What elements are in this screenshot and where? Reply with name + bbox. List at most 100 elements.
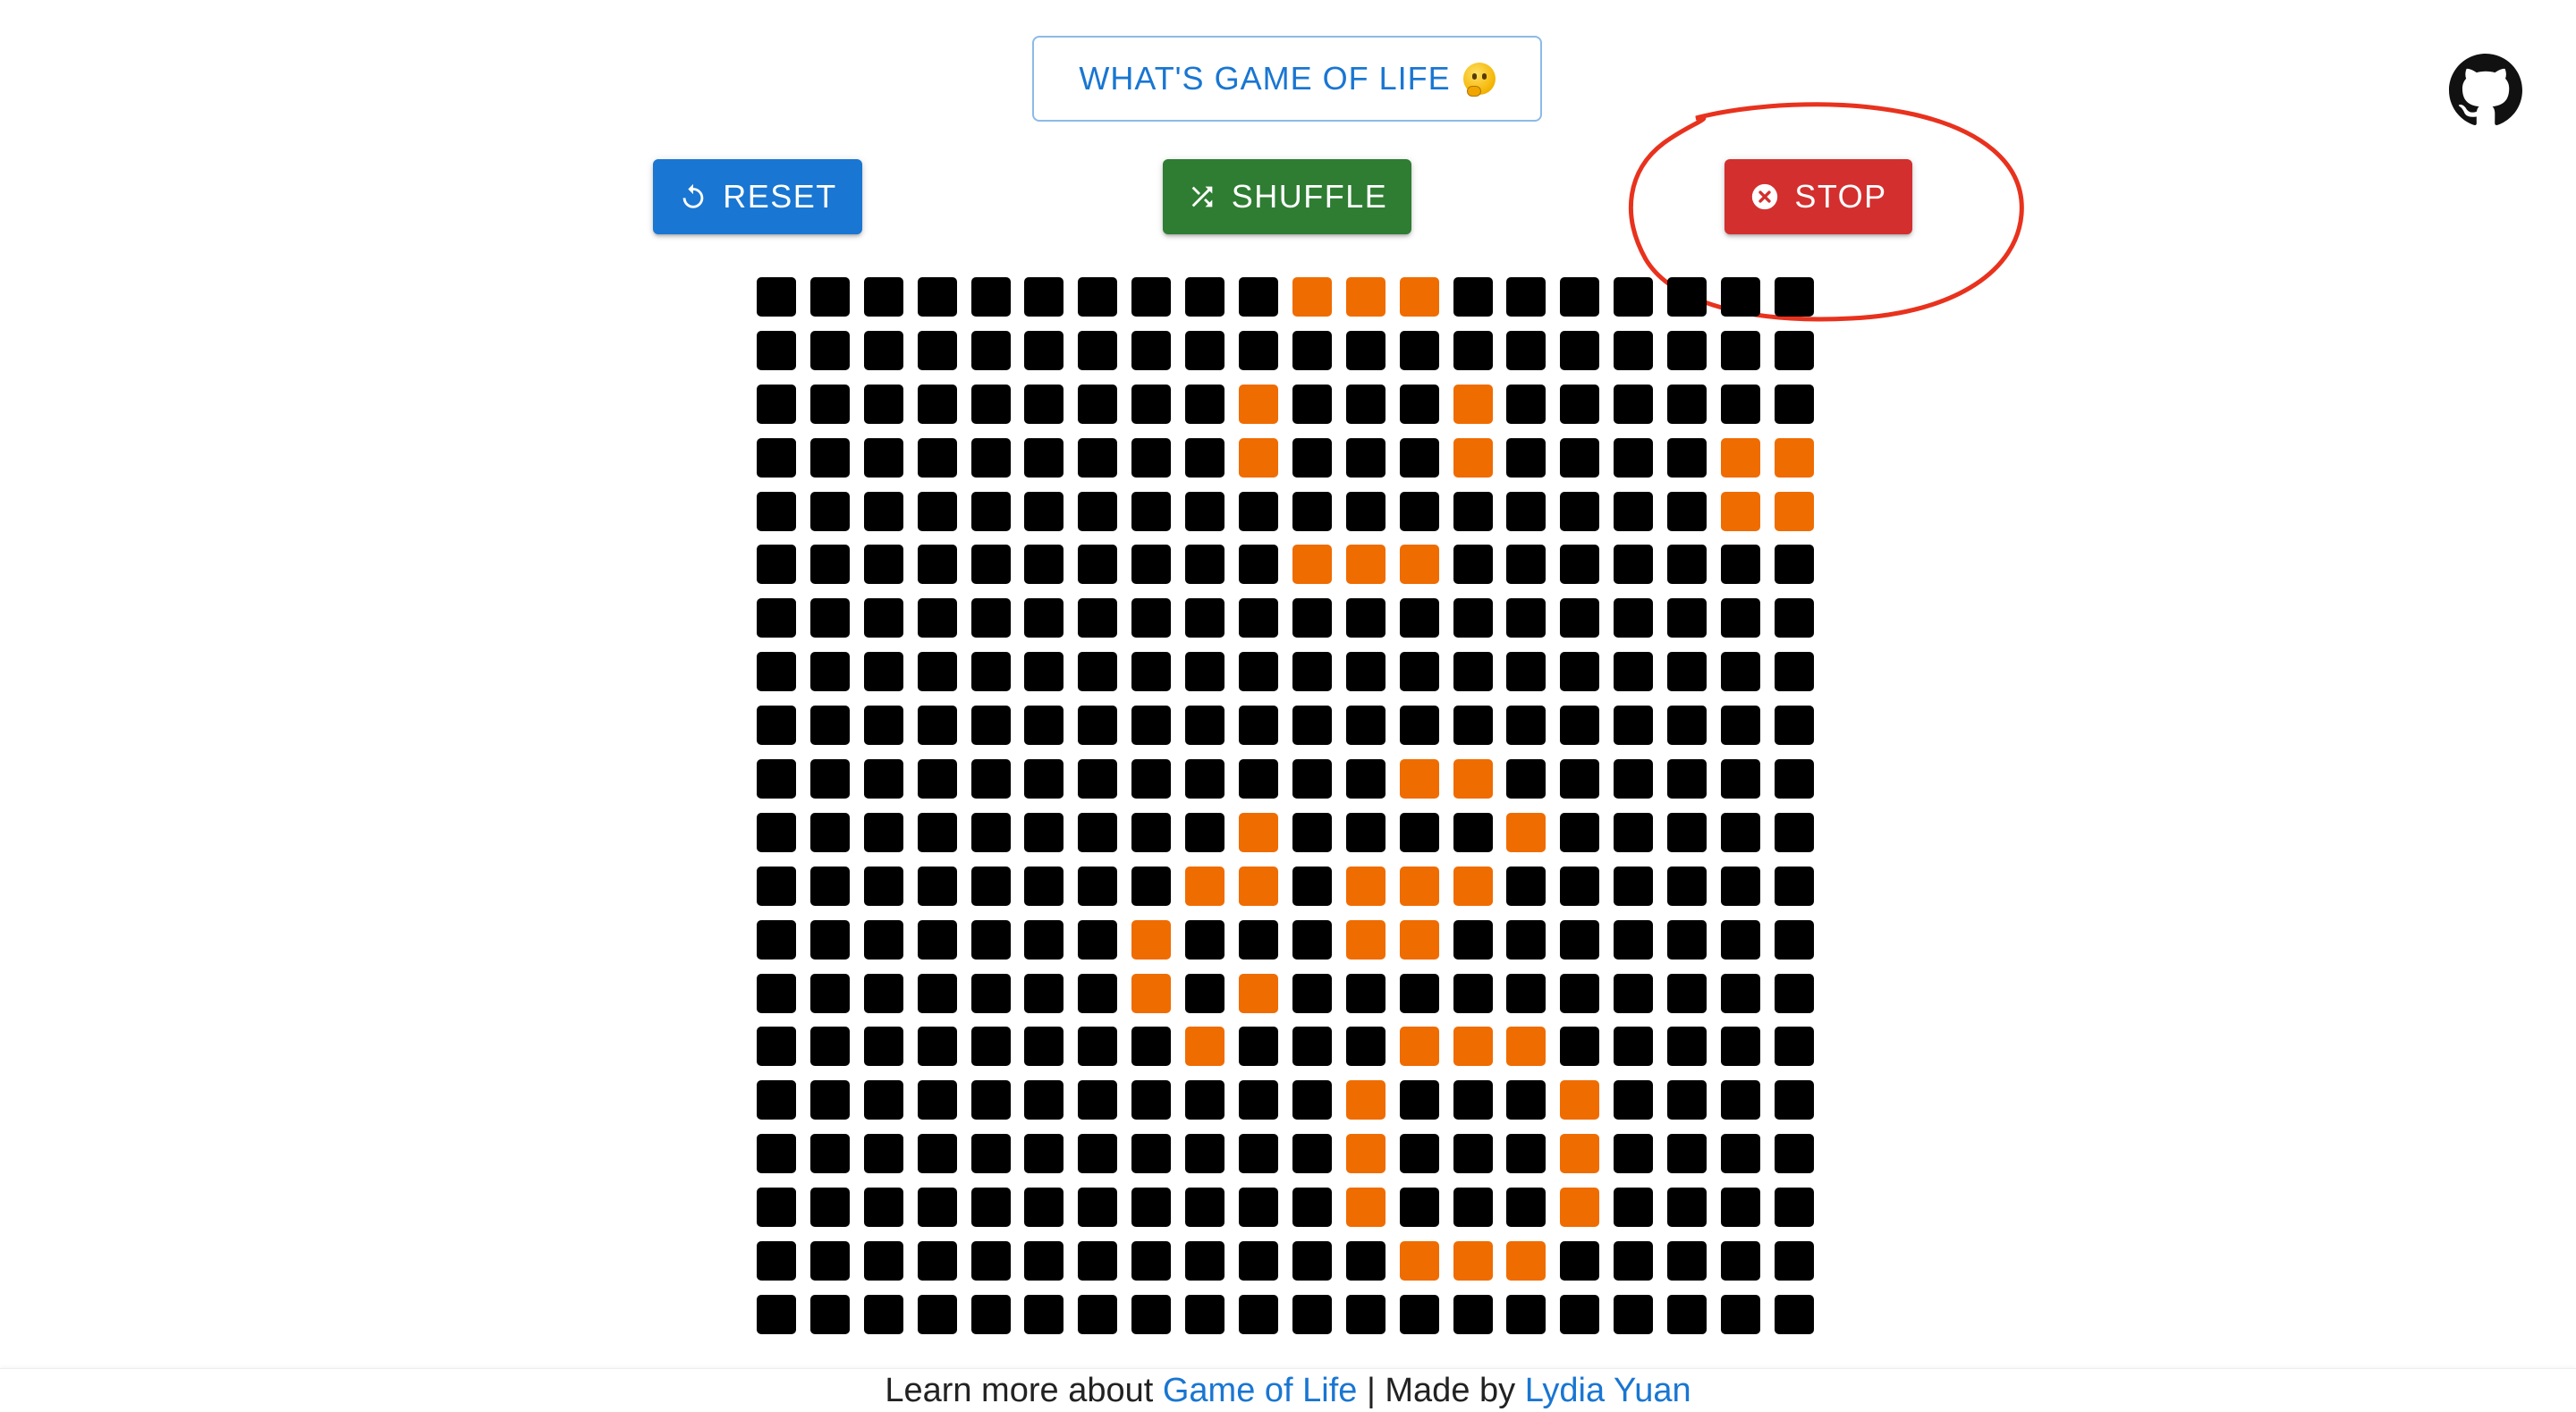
dead-cell[interactable] [1453, 812, 1493, 852]
dead-cell[interactable] [1131, 1294, 1172, 1334]
dead-cell[interactable] [1292, 759, 1332, 799]
dead-cell[interactable] [1560, 598, 1600, 638]
alive-cell[interactable] [1453, 1027, 1493, 1067]
dead-cell[interactable] [970, 598, 1011, 638]
dead-cell[interactable] [1453, 545, 1493, 585]
dead-cell[interactable] [1453, 973, 1493, 1013]
dead-cell[interactable] [1614, 866, 1654, 906]
dead-cell[interactable] [1345, 759, 1385, 799]
dead-cell[interactable] [863, 812, 903, 852]
alive-cell[interactable] [1131, 919, 1172, 960]
dead-cell[interactable] [1506, 598, 1546, 638]
dead-cell[interactable] [1721, 1080, 1761, 1120]
dead-cell[interactable] [1560, 652, 1600, 692]
dead-cell[interactable] [970, 759, 1011, 799]
dead-cell[interactable] [970, 1241, 1011, 1281]
dead-cell[interactable] [1078, 919, 1118, 960]
alive-cell[interactable] [1239, 384, 1279, 424]
alive-cell[interactable] [1721, 437, 1761, 478]
dead-cell[interactable] [809, 545, 850, 585]
dead-cell[interactable] [1774, 1027, 1814, 1067]
dead-cell[interactable] [917, 330, 957, 370]
dead-cell[interactable] [1239, 491, 1279, 531]
dead-cell[interactable] [970, 491, 1011, 531]
dead-cell[interactable] [970, 866, 1011, 906]
dead-cell[interactable] [809, 1241, 850, 1281]
dead-cell[interactable] [1292, 1188, 1332, 1228]
stop-button[interactable]: STOP [1724, 159, 1912, 234]
dead-cell[interactable] [1131, 1134, 1172, 1174]
alive-cell[interactable] [1399, 277, 1439, 317]
alive-cell[interactable] [1345, 1134, 1385, 1174]
dead-cell[interactable] [1614, 1241, 1654, 1281]
alive-cell[interactable] [1453, 759, 1493, 799]
dead-cell[interactable] [863, 1027, 903, 1067]
dead-cell[interactable] [1399, 598, 1439, 638]
reset-button[interactable]: RESET [653, 159, 862, 234]
dead-cell[interactable] [1506, 1188, 1546, 1228]
dead-cell[interactable] [1506, 759, 1546, 799]
dead-cell[interactable] [1774, 384, 1814, 424]
dead-cell[interactable] [1131, 1188, 1172, 1228]
dead-cell[interactable] [757, 384, 796, 424]
dead-cell[interactable] [1024, 598, 1064, 638]
dead-cell[interactable] [757, 598, 796, 638]
dead-cell[interactable] [917, 759, 957, 799]
dead-cell[interactable] [1560, 1294, 1600, 1334]
dead-cell[interactable] [1667, 545, 1707, 585]
alive-cell[interactable] [1399, 1027, 1439, 1067]
dead-cell[interactable] [917, 598, 957, 638]
alive-cell[interactable] [1345, 919, 1385, 960]
dead-cell[interactable] [917, 1080, 957, 1120]
dead-cell[interactable] [1185, 330, 1225, 370]
dead-cell[interactable] [1667, 759, 1707, 799]
dead-cell[interactable] [970, 812, 1011, 852]
dead-cell[interactable] [809, 491, 850, 531]
dead-cell[interactable] [1614, 330, 1654, 370]
dead-cell[interactable] [1185, 812, 1225, 852]
dead-cell[interactable] [1721, 812, 1761, 852]
dead-cell[interactable] [1453, 1294, 1493, 1334]
dead-cell[interactable] [970, 1080, 1011, 1120]
dead-cell[interactable] [809, 1134, 850, 1174]
dead-cell[interactable] [1721, 652, 1761, 692]
dead-cell[interactable] [1721, 545, 1761, 585]
dead-cell[interactable] [1078, 491, 1118, 531]
dead-cell[interactable] [970, 706, 1011, 746]
dead-cell[interactable] [1185, 491, 1225, 531]
dead-cell[interactable] [1078, 973, 1118, 1013]
dead-cell[interactable] [1239, 330, 1279, 370]
dead-cell[interactable] [1614, 919, 1654, 960]
dead-cell[interactable] [1721, 1241, 1761, 1281]
dead-cell[interactable] [1560, 919, 1600, 960]
dead-cell[interactable] [809, 812, 850, 852]
alive-cell[interactable] [1453, 1241, 1493, 1281]
dead-cell[interactable] [757, 330, 796, 370]
dead-cell[interactable] [1399, 1134, 1439, 1174]
dead-cell[interactable] [1774, 277, 1814, 317]
dead-cell[interactable] [863, 1241, 903, 1281]
alive-cell[interactable] [1345, 866, 1385, 906]
dead-cell[interactable] [1721, 384, 1761, 424]
dead-cell[interactable] [1185, 919, 1225, 960]
dead-cell[interactable] [1560, 759, 1600, 799]
alive-cell[interactable] [1560, 1134, 1600, 1174]
dead-cell[interactable] [757, 1134, 796, 1174]
dead-cell[interactable] [1506, 706, 1546, 746]
dead-cell[interactable] [1506, 437, 1546, 478]
alive-cell[interactable] [1239, 973, 1279, 1013]
dead-cell[interactable] [1345, 384, 1385, 424]
dead-cell[interactable] [757, 973, 796, 1013]
dead-cell[interactable] [1506, 973, 1546, 1013]
dead-cell[interactable] [1667, 919, 1707, 960]
dead-cell[interactable] [1292, 491, 1332, 531]
dead-cell[interactable] [970, 437, 1011, 478]
dead-cell[interactable] [1345, 491, 1385, 531]
dead-cell[interactable] [1399, 437, 1439, 478]
dead-cell[interactable] [1131, 1080, 1172, 1120]
dead-cell[interactable] [1399, 330, 1439, 370]
alive-cell[interactable] [1239, 812, 1279, 852]
dead-cell[interactable] [1721, 1134, 1761, 1174]
dead-cell[interactable] [1614, 491, 1654, 531]
dead-cell[interactable] [1614, 812, 1654, 852]
